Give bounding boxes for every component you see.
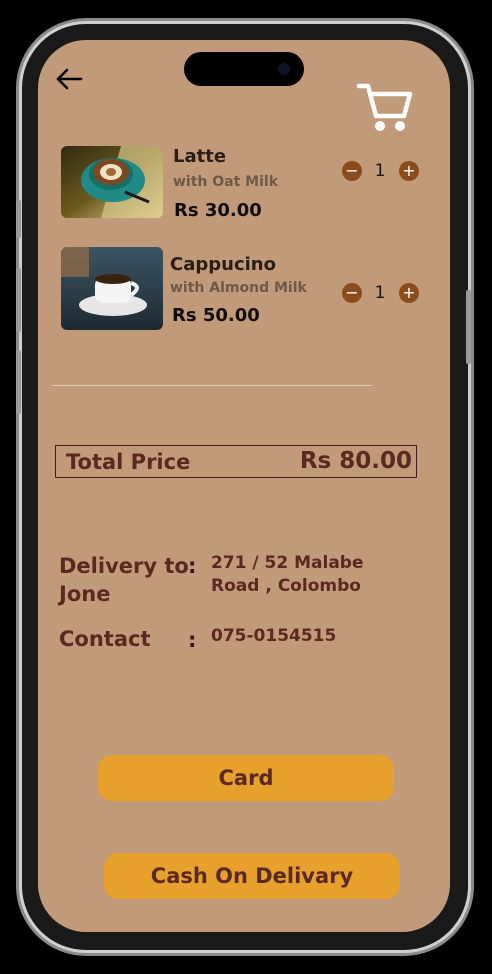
item-name: Latte [173,146,227,167]
contact-label: Contact [59,627,151,651]
arrow-left-icon[interactable] [54,66,84,92]
coffee-cup-photo [61,247,163,330]
shopping-cart-icon[interactable] [356,80,414,134]
address-line: 271 / 52 Malabe [211,553,364,573]
quantity-value: 1 [374,161,386,181]
total-price-value: Rs 80.00 [299,448,412,474]
cart-item: Cappucino with Almond Milk Rs 50.00 − 1 … [38,246,450,336]
contact-value: 075-0154515 [211,626,337,646]
quantity-value: 1 [374,283,386,303]
delivery-label: Delivery to Jone [59,552,189,608]
front-camera [278,63,290,75]
increase-quantity-button[interactable]: + [399,161,419,181]
card-payment-button[interactable]: Card [98,755,394,801]
app-screen: Latte with Oat Milk Rs 30.00 − 1 + Cappu… [38,40,450,932]
address-line: Road , Colombo [211,576,361,596]
volume-down-button [16,350,21,414]
item-option: with Almond Milk [170,280,307,296]
item-name: Cappucino [170,254,276,275]
cart-item: Latte with Oat Milk Rs 30.00 − 1 + [38,144,450,234]
power-button [466,290,471,364]
delivery-recipient: Jone [59,582,111,606]
decrease-quantity-button[interactable]: − [342,283,362,303]
dynamic-island [184,52,304,86]
delivery-address: 271 / 52 Malabe Road , Colombo [211,552,364,598]
action-button [16,200,21,238]
decrease-quantity-button[interactable]: − [342,161,362,181]
item-price: Rs 30.00 [174,200,262,221]
item-price: Rs 50.00 [172,305,260,326]
item-option: with Oat Milk [173,174,279,190]
total-price-box: Total Price Rs 80.00 [55,445,417,478]
increase-quantity-button[interactable]: + [399,283,419,303]
delivery-label-line: Delivery to [59,554,189,578]
delivery-colon: : [188,554,197,578]
total-price-label: Total Price [66,450,191,474]
cash-on-delivery-button[interactable]: Cash On Delivary [104,853,400,899]
volume-up-button [16,268,21,332]
divider [52,385,372,386]
latte-art-cup-photo [61,146,163,218]
contact-colon: : [188,628,197,652]
